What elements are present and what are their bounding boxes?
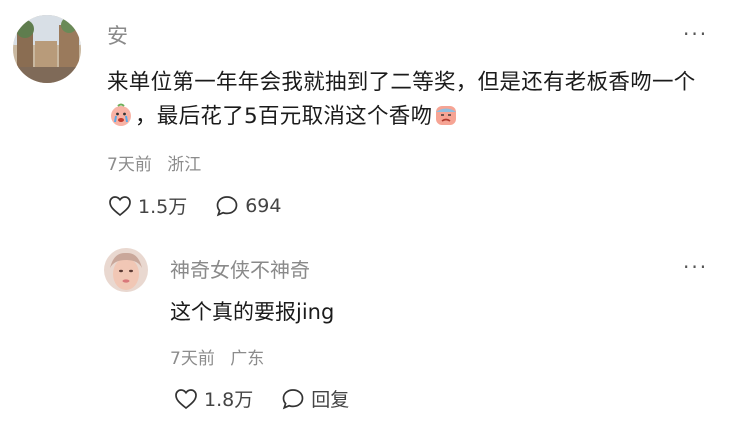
comment-bubble-icon (216, 195, 238, 216)
comment-time: 7天前 (107, 155, 152, 175)
reply-actions: 1.8万 回复 (174, 385, 377, 412)
sad-face-emoji-icon (434, 103, 458, 138)
reply-reply-button[interactable]: 回复 (281, 385, 349, 412)
crying-face-emoji-icon (109, 103, 133, 138)
heart-icon (175, 388, 197, 409)
reply-avatar[interactable] (104, 248, 148, 292)
reply-button[interactable]: 694 (215, 195, 281, 217)
comment-text-part2: ，最后花了5百元取消这个香吻 (135, 104, 433, 129)
reply-username[interactable]: 神奇女侠不神奇 (170, 254, 310, 283)
comment-location: 浙江 (167, 155, 202, 175)
comment-meta: 7天前 浙江 (107, 150, 211, 175)
avatar-image (13, 15, 81, 83)
more-options-icon[interactable]: ··· (683, 22, 708, 46)
comment-actions: 1.5万 694 (108, 192, 309, 219)
comment-bubble-icon (282, 388, 304, 409)
reply-meta: 7天前 广东 (170, 344, 274, 369)
reply-like-count: 1.8万 (204, 389, 254, 411)
reply-like-button[interactable]: 1.8万 (174, 385, 253, 412)
username[interactable]: 安 (107, 20, 128, 50)
reply-more-options-icon[interactable]: ··· (683, 255, 708, 279)
like-count: 1.5万 (138, 196, 188, 218)
comment-text-part1: 来单位第一年年会我就抽到了二等奖，但是还有老板香吻一个 (107, 70, 696, 95)
comment-text: 来单位第一年年会我就抽到了二等奖，但是还有老板香吻一个 ，最后花了5百元取消这个… (107, 66, 719, 138)
reply-label: 回复 (311, 389, 350, 411)
like-button[interactable]: 1.5万 (108, 192, 187, 219)
reply-avatar-image (104, 248, 148, 292)
avatar[interactable] (13, 15, 81, 83)
reply-location: 广东 (230, 349, 265, 369)
heart-icon (109, 195, 131, 216)
reply-count: 694 (245, 194, 282, 217)
reply-time: 7天前 (170, 349, 215, 369)
reply-text: 这个真的要报jing (170, 300, 335, 324)
